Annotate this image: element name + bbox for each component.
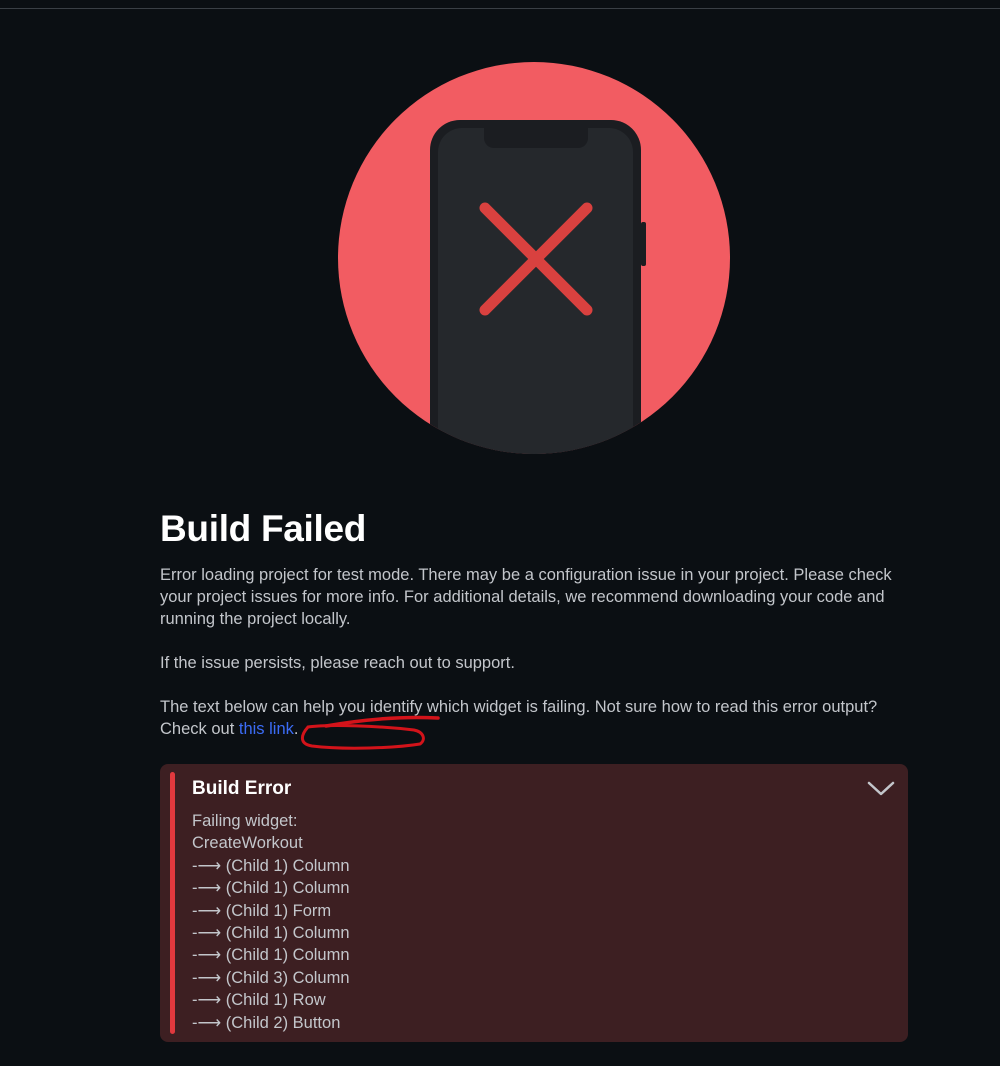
error-description: Error loading project for test mode. The…: [160, 566, 892, 628]
error-line: -⟶ (Child 1) Column: [192, 856, 350, 875]
error-accent-bar: [170, 772, 175, 1034]
error-line: Failing widget:: [192, 812, 298, 830]
help-note: The text below can help you identify whi…: [160, 696, 910, 740]
error-line: CreateWorkout: [192, 834, 303, 853]
window-top-border: [0, 0, 1000, 9]
build-error-title: Build Error: [192, 778, 292, 799]
page-title: Build Failed: [160, 508, 367, 549]
error-line: -⟶ (Child 1) Form: [192, 901, 332, 920]
error-trace: Failing widget: CreateWorkout -⟶ (Child …: [192, 810, 350, 1034]
chevron-down-icon[interactable]: [866, 776, 896, 800]
build-failed-page: Build Failed Error loading project for t…: [0, 0, 1000, 1066]
error-line: -⟶ (Child 1) Column: [192, 879, 350, 898]
help-link[interactable]: this link: [239, 720, 294, 738]
phone-with-x-icon: [338, 62, 730, 454]
main-content: Build Failed Error loading project for t…: [160, 508, 910, 762]
build-error-panel: Build Error Failing widget: CreateWorkou…: [160, 764, 908, 1042]
error-line: -⟶ (Child 2) Button: [192, 1013, 341, 1032]
support-note: If the issue persists, please reach out …: [160, 654, 515, 672]
error-line: -⟶ (Child 1) Column: [192, 946, 350, 965]
help-note-suffix: .: [293, 720, 299, 738]
error-line: -⟶ (Child 3) Column: [192, 968, 350, 987]
error-line: -⟶ (Child 1) Row: [192, 991, 326, 1010]
error-line: -⟶ (Child 1) Column: [192, 924, 350, 943]
phone-body: [430, 120, 646, 454]
